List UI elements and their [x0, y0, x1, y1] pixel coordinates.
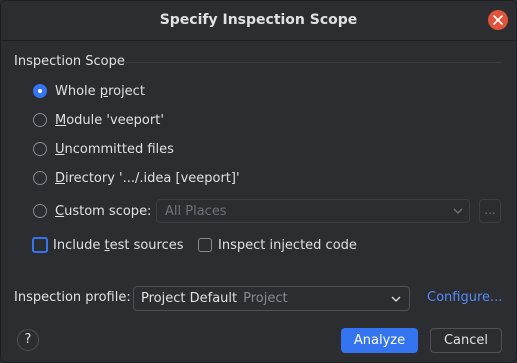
radio-label-directory: Directory '.../.idea [veeport]' — [55, 170, 240, 186]
radio-label-whole-project: Whole project — [55, 83, 145, 99]
configure-link[interactable]: Configure... — [427, 290, 502, 305]
checkbox-include-test-sources[interactable] — [32, 237, 48, 253]
label-inspect-injected-code: Inspect injected code — [218, 237, 357, 253]
cancel-button[interactable]: Cancel — [430, 328, 502, 353]
include-test-sources-checkbox[interactable]: Include test sources — [32, 235, 184, 255]
radio-whole-project[interactable]: Whole project — [33, 81, 145, 101]
close-icon — [493, 15, 503, 25]
inspection-scope-dialog: Specify Inspection Scope Inspection Scop… — [0, 0, 517, 363]
inspection-profile-label: Inspection profile: — [14, 290, 131, 305]
profile-type: Project — [243, 291, 288, 306]
custom-scope-value: All Places — [165, 204, 227, 219]
checkbox-inspect-injected-code[interactable] — [198, 238, 212, 252]
radio-button-directory[interactable] — [33, 171, 47, 185]
radio-button-uncommitted-files[interactable] — [33, 142, 47, 156]
browse-scope-button[interactable]: ... — [479, 199, 501, 223]
section-divider — [124, 62, 501, 63]
radio-button-whole-project[interactable] — [33, 84, 47, 98]
radio-label-module: Module 'veeport' — [55, 112, 164, 128]
radio-custom-scope[interactable]: Custom scope: — [33, 201, 151, 221]
radio-button-custom-scope[interactable] — [33, 204, 47, 218]
help-icon: ? — [24, 332, 32, 347]
analyze-button[interactable]: Analyze — [341, 328, 418, 353]
radio-button-module[interactable] — [33, 113, 47, 127]
chevron-down-icon — [453, 208, 463, 214]
inspection-scope-heading: Inspection Scope — [14, 54, 125, 69]
close-button[interactable] — [488, 10, 508, 30]
inspection-profile-dropdown[interactable]: Project Default Project — [133, 286, 410, 311]
radio-uncommitted-files[interactable]: Uncommitted files — [33, 139, 174, 159]
inspect-injected-code-checkbox[interactable]: Inspect injected code — [198, 235, 357, 255]
dialog-title: Specify Inspection Scope — [159, 12, 358, 28]
help-button[interactable]: ? — [17, 329, 39, 351]
profile-selected-value: Project Default Project — [141, 291, 288, 306]
label-include-test-sources: Include test sources — [53, 237, 184, 253]
radio-module[interactable]: Module 'veeport' — [33, 110, 164, 130]
radio-directory[interactable]: Directory '.../.idea [veeport]' — [33, 168, 240, 188]
custom-scope-dropdown[interactable]: All Places — [156, 199, 470, 223]
radio-label-custom-scope: Custom scope: — [55, 203, 152, 219]
title-bar: Specify Inspection Scope — [1, 1, 516, 41]
radio-label-uncommitted-files: Uncommitted files — [55, 141, 174, 157]
chevron-down-icon — [391, 296, 401, 302]
